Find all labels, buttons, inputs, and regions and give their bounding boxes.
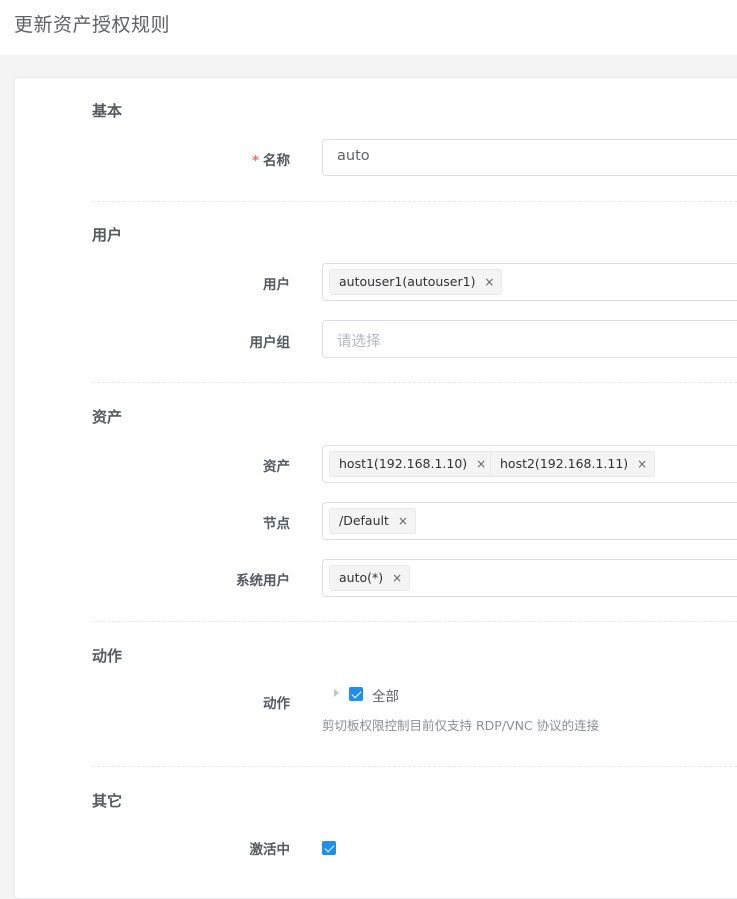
system-user-tag-label: auto(*) [339, 570, 384, 585]
close-icon[interactable]: × [392, 566, 402, 590]
nodes-label: 节点 [263, 516, 290, 532]
caret-right-icon[interactable] [334, 689, 339, 697]
asset-tag-label: host1(192.168.1.10) [339, 456, 468, 471]
page-title: 更新资产授权规则 [14, 14, 171, 36]
section-divider [92, 621, 737, 622]
user-groups-select[interactable]: 请选择 [322, 320, 737, 358]
actions-label: 动作 [263, 696, 290, 712]
close-icon[interactable]: × [484, 270, 494, 294]
close-icon[interactable]: × [476, 452, 486, 476]
asset-tag-label: host2(192.168.1.11) [500, 456, 629, 471]
form-card: 基本 * 名称 auto 用户 用户 autouser1(autouser1) ×… [14, 77, 737, 899]
active-label: 激活中 [249, 842, 291, 858]
system-user-tag: auto(*) × [329, 565, 411, 591]
node-tag: /Default × [329, 508, 416, 534]
section-title-asset: 资产 [92, 408, 123, 426]
asset-tag: host2(192.168.1.11) × [490, 451, 656, 477]
close-icon[interactable]: × [398, 509, 408, 533]
required-mark: * [251, 153, 259, 169]
name-label-text: 名称 [263, 153, 290, 169]
section-title-other: 其它 [92, 792, 123, 810]
users-label: 用户 [263, 277, 290, 293]
system-users-select[interactable]: auto(*) × [322, 559, 737, 597]
asset-tag: host1(192.168.1.10) × [329, 451, 495, 477]
close-icon[interactable]: × [637, 452, 647, 476]
actions-help-text: 剪切板权限控制目前仅支持 RDP/VNC 协议的连接 [322, 718, 600, 733]
user-tag-label: autouser1(autouser1) [339, 274, 476, 289]
system-users-label: 系统用户 [236, 573, 290, 589]
section-title-action: 动作 [92, 647, 123, 665]
user-groups-label: 用户组 [249, 335, 291, 351]
active-checkbox[interactable] [322, 841, 336, 855]
name-label: * 名称 [90, 149, 290, 169]
user-tag: autouser1(autouser1) × [329, 269, 503, 295]
actions-all-label[interactable]: 全部 [372, 685, 399, 705]
assets-select[interactable]: host1(192.168.1.10) × host2(192.168.1.11… [322, 445, 737, 483]
section-divider [92, 766, 737, 767]
section-title-user: 用户 [92, 226, 123, 244]
name-input[interactable]: auto [322, 139, 737, 176]
users-select[interactable]: autouser1(autouser1) × [322, 263, 737, 301]
user-groups-placeholder: 请选择 [337, 334, 381, 350]
nodes-select[interactable]: /Default × [322, 502, 737, 540]
actions-all-checkbox[interactable] [349, 687, 363, 701]
section-divider [92, 201, 737, 202]
node-tag-label: /Default [339, 513, 389, 528]
name-input-value: auto [337, 148, 370, 164]
section-title-basic: 基本 [92, 102, 123, 120]
section-divider [92, 382, 737, 383]
page-header: 更新资产授权规则 [0, 0, 737, 55]
assets-label: 资产 [263, 459, 290, 475]
